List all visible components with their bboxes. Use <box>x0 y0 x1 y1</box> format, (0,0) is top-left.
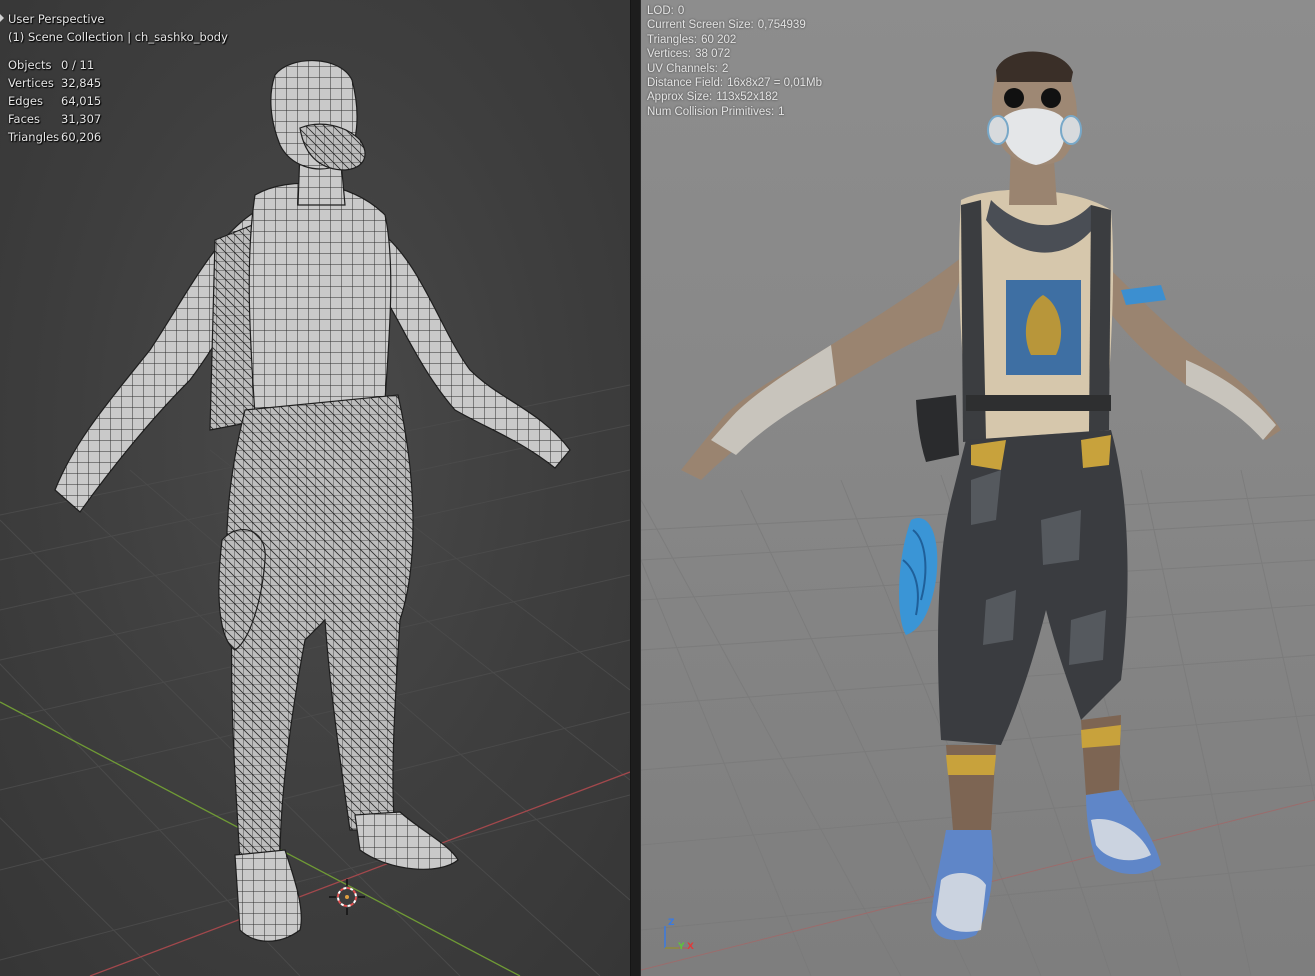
ue-stat-approx-size: Approx Size: 113x52x182 <box>647 90 822 104</box>
ue-stat-collision-primitives: Num Collision Primitives: 1 <box>647 105 822 119</box>
ue-stat-label: Current Screen Size: <box>647 19 754 32</box>
ue-stat-label: Vertices: <box>647 48 692 61</box>
axis-x-label: X <box>687 942 694 952</box>
ue-stat-triangles: Triangles: 60 202 <box>647 33 822 47</box>
stat-edges: Edges 64,015 <box>8 92 228 110</box>
unreal-stats-overlay: LOD: 0 Current Screen Size: 0,754939 Trian… <box>647 4 822 119</box>
viewport-collapse-arrow-icon[interactable] <box>0 14 4 22</box>
ue-stat-value: 1 <box>778 105 785 118</box>
viewport-splitter[interactable] <box>630 0 641 976</box>
blender-grid <box>0 59 630 976</box>
unreal-viewport[interactable]: Z Y X LOD: 0 Current Screen Size: 0,754939… <box>641 0 1315 976</box>
ue-stat-vertices: Vertices: 38 072 <box>647 47 822 61</box>
collection-info: (1) Scene Collection | ch_sashko_body <box>8 30 228 44</box>
stat-objects: Objects 0 / 11 <box>8 56 228 74</box>
ue-stat-label: Distance Field: <box>647 77 724 90</box>
axis-z-label: Z <box>668 918 675 928</box>
stat-label: Faces <box>8 112 40 126</box>
stat-value: 32,845 <box>61 76 102 90</box>
ue-stat-value: 0 <box>677 5 685 17</box>
stat-value: 0 / 11 <box>61 58 95 72</box>
blender-stats: Objects 0 / 11 Vertices 32,845 Edges 64,… <box>8 56 228 146</box>
ue-stat-screen-size: Current Screen Size: 0,754939 <box>647 18 822 32</box>
ue-stat-value: 16x8x27 = 0,01Mb <box>727 77 823 90</box>
stat-vertices: Vertices 32,845 <box>8 74 228 92</box>
stat-value: 60,206 <box>61 130 102 144</box>
view-name: User Perspective <box>8 12 105 26</box>
stat-label: Triangles <box>8 130 60 144</box>
ue-stat-label: Approx Size: <box>647 91 713 104</box>
ue-stat-value: 113x52x182 <box>716 91 779 104</box>
ue-stat-uv-channels: UV Channels: 2 <box>647 62 822 76</box>
stat-value: 31,307 <box>61 112 102 126</box>
blender-viewport-info: User Perspective (1) Scene Collection | … <box>8 10 228 146</box>
stat-triangles: Triangles 60,206 <box>8 128 228 146</box>
ue-stat-label: UV Channels: <box>647 62 718 75</box>
ue-stat-label: Num Collision Primitives: <box>647 105 775 118</box>
3d-cursor-icon <box>329 879 365 915</box>
stat-label: Vertices <box>8 76 54 90</box>
stat-label: Edges <box>8 94 43 108</box>
stat-label: Objects <box>8 58 52 72</box>
shaded-character <box>681 51 1281 940</box>
ue-stat-lod: LOD: 0 <box>647 4 822 18</box>
axis-y-label: Y <box>678 942 685 952</box>
ue-stat-distance-field: Distance Field: 16x8x27 = 0,01Mb <box>647 76 822 90</box>
ue-stat-label: Triangles: <box>647 33 698 46</box>
blender-viewport[interactable]: User Perspective (1) Scene Collection | … <box>0 0 630 976</box>
ue-stat-value: 2 <box>721 62 729 75</box>
ue-stat-label: LOD: <box>647 5 674 17</box>
unreal-grid <box>641 51 1315 976</box>
stat-faces: Faces 31,307 <box>8 110 228 128</box>
ue-stat-value: 38 072 <box>695 48 731 61</box>
ue-stat-value: 0,754939 <box>757 19 806 32</box>
stat-value: 64,015 <box>61 94 102 108</box>
ue-stat-value: 60 202 <box>701 33 737 46</box>
